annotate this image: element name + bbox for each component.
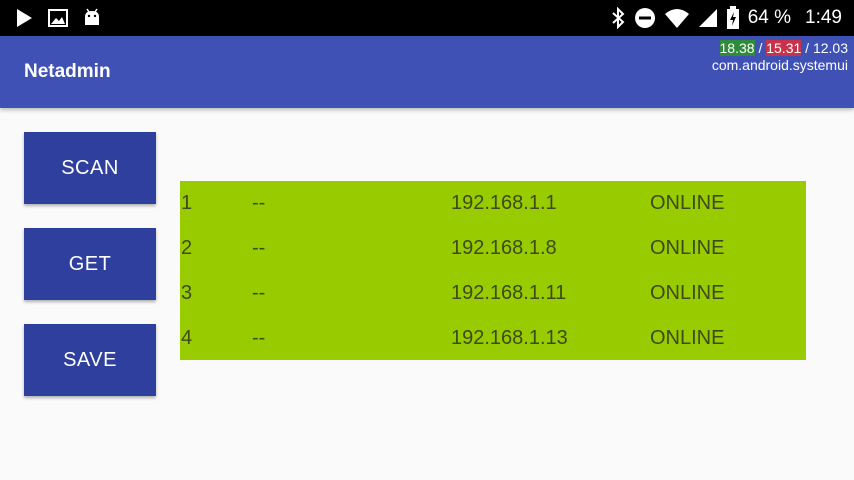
notification-icons [14,0,102,36]
wifi-icon [664,7,690,29]
load-average-2: 15.31 [766,40,802,56]
device-index: 4 [181,327,193,349]
battery-percentage: 64 % [747,7,792,28]
android-icon [82,8,102,28]
device-ip: 192.168.1.8 [451,237,557,259]
load-separator-1: / [754,40,767,56]
load-average-1: 18.38 [719,40,755,56]
system-status: 64 % 1:49 [610,0,842,36]
device-status: ONLINE [650,282,725,304]
cellular-signal-icon [698,8,718,28]
list-item[interactable]: 1 -- 192.168.1.1 ONLINE [180,181,806,226]
app-title: Netadmin [24,61,111,82]
app-bar: Netadmin 18.38 / 15.31 / 12.03 com.andro… [0,36,854,108]
device-index: 2 [181,237,193,259]
cpu-load-overlay: 18.38 / 15.31 / 12.03 com.android.system… [712,40,848,74]
load-average-line: 18.38 / 15.31 / 12.03 [712,40,848,57]
device-index: 3 [181,282,193,304]
device-status: ONLINE [650,327,725,349]
status-bar: 64 % 1:49 [0,0,854,36]
play-store-icon [14,8,34,28]
bluetooth-icon [610,7,626,29]
list-item[interactable]: 4 -- 192.168.1.13 ONLINE [180,316,806,361]
list-item[interactable]: 2 -- 192.168.1.8 ONLINE [180,226,806,271]
save-button[interactable]: SAVE [24,324,156,396]
get-button[interactable]: GET [24,228,156,300]
device-name: -- [252,192,266,214]
list-item[interactable]: 3 -- 192.168.1.11 ONLINE [180,271,806,316]
clock: 1:49 [805,7,842,28]
device-list: 1 -- 192.168.1.1 ONLINE 2 -- 192.168.1.8… [180,181,806,360]
do-not-disturb-icon [634,7,656,29]
load-separator-2: / [801,40,813,56]
device-status: ONLINE [650,237,725,259]
device-ip: 192.168.1.13 [451,327,568,349]
device-status: ONLINE [650,192,725,214]
battery-charging-icon [726,6,740,30]
device-ip: 192.168.1.11 [451,282,567,304]
foreground-process: com.android.systemui [711,57,848,73]
device-name: -- [252,327,266,349]
device-ip: 192.168.1.1 [451,192,557,214]
image-icon [48,9,68,27]
device-index: 1 [181,192,193,214]
load-average-3: 12.03 [812,40,848,56]
device-name: -- [252,237,266,259]
scan-button[interactable]: SCAN [24,132,156,204]
device-name: -- [252,282,266,304]
